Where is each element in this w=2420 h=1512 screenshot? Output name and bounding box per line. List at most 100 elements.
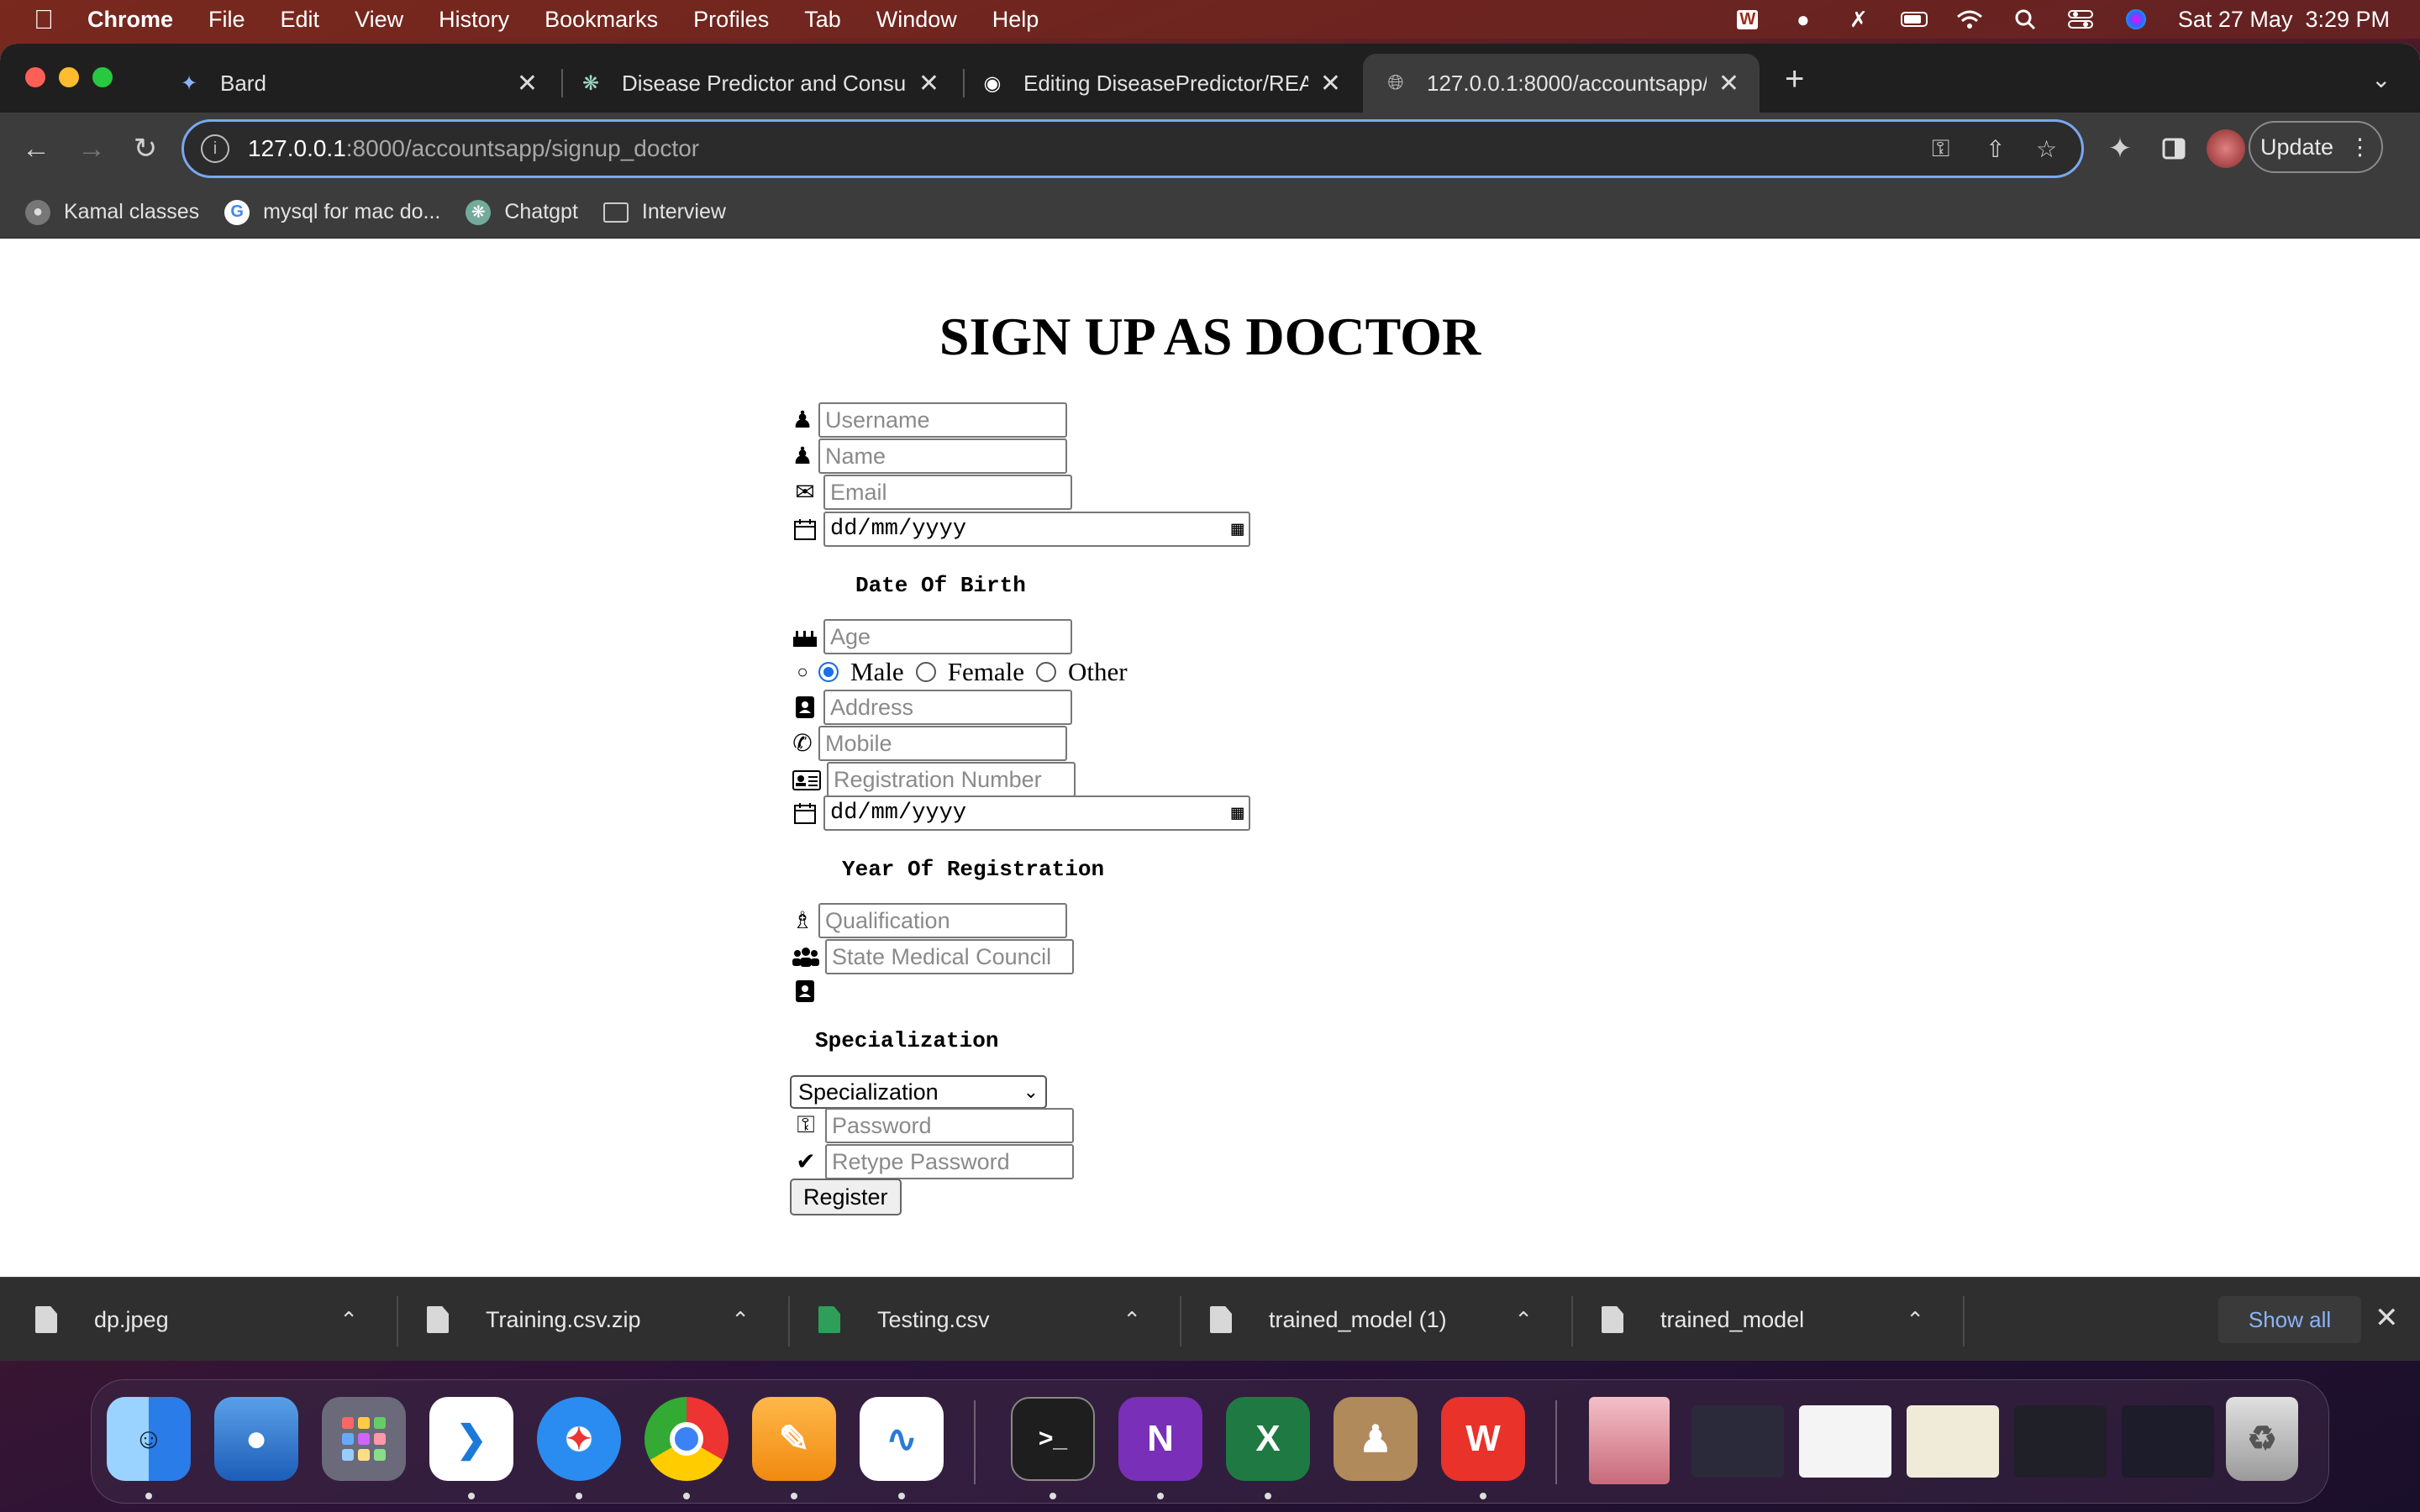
update-button[interactable]: Update ⋮ xyxy=(2249,121,2383,173)
window-thumbnail[interactable] xyxy=(2014,1405,2107,1478)
chevron-up-icon[interactable]: ⌃ xyxy=(1123,1307,1141,1333)
menu-clock[interactable]: Sat 27 May 3:29 PM xyxy=(2178,7,2390,33)
menu-app-name[interactable]: Chrome xyxy=(87,7,173,33)
extensions-puzzle-icon[interactable]: ✦ xyxy=(2099,128,2141,170)
download-item-trained-model[interactable]: trained_model ⌃ xyxy=(1566,1278,1958,1361)
close-tab-icon[interactable]: ✕ xyxy=(1718,69,1739,98)
chevron-up-icon[interactable]: ⌃ xyxy=(339,1307,358,1333)
document-thumbnail[interactable] xyxy=(1907,1405,1999,1478)
share-icon[interactable]: ⇧ xyxy=(1986,135,2005,163)
kebab-menu-icon[interactable]: ⋮ xyxy=(2349,134,2371,160)
menu-help[interactable]: Help xyxy=(992,7,1039,33)
trash-icon[interactable]: ♻ xyxy=(2226,1397,2298,1481)
close-tab-icon[interactable]: ✕ xyxy=(1320,69,1341,98)
tab-bard[interactable]: ✦ Bard ✕ xyxy=(156,54,558,113)
wifi-icon[interactable] xyxy=(1956,8,1983,31)
close-tab-icon[interactable]: ✕ xyxy=(517,69,538,98)
menu-window[interactable]: Window xyxy=(876,7,957,33)
tableplus-elephant-icon[interactable]: ● xyxy=(1790,7,1817,32)
key-password-icon[interactable]: ⚿ xyxy=(1932,135,1949,163)
document-thumbnail[interactable] xyxy=(1799,1405,1891,1478)
username-input[interactable]: Username xyxy=(818,402,1067,438)
mobile-input[interactable]: Mobile xyxy=(818,726,1067,761)
launchpad-app-icon[interactable] xyxy=(322,1397,406,1481)
tab-search-chevron-icon[interactable]: ⌄ xyxy=(2371,66,2391,93)
tab-disease-predictor[interactable]: ❋ Disease Predictor and Consulta ✕ xyxy=(558,54,960,113)
address-bar[interactable]: i 127.0.0.1:8000/accountsapp/signup_doct… xyxy=(182,119,2084,178)
register-button[interactable]: Register xyxy=(790,1179,902,1215)
spotlight-search-icon[interactable] xyxy=(2012,8,2039,31)
new-tab-plus-icon[interactable]: + xyxy=(1785,60,1804,98)
menu-view[interactable]: View xyxy=(355,7,403,33)
menu-bookmarks[interactable]: Bookmarks xyxy=(544,7,658,33)
bookmark-chatgpt[interactable]: ❋ Chatgpt xyxy=(466,199,578,225)
download-item-testing-csv[interactable]: Testing.csv ⌃ xyxy=(783,1278,1175,1361)
side-panel-icon[interactable] xyxy=(2153,128,2195,170)
profile-avatar[interactable] xyxy=(2207,129,2245,168)
date-of-birth-input[interactable]: dd/mm/yyyy ▦ xyxy=(823,512,1250,547)
menu-profiles[interactable]: Profiles xyxy=(693,7,769,33)
site-info-icon[interactable]: i xyxy=(201,134,229,163)
age-input[interactable]: Age xyxy=(823,619,1072,654)
wps-status-icon[interactable]: W xyxy=(1734,8,1761,31)
vscode-app-icon[interactable]: ❯ xyxy=(429,1397,513,1481)
excel-app-icon[interactable]: X xyxy=(1226,1397,1310,1481)
menu-history[interactable]: History xyxy=(439,7,509,33)
bolt-off-icon[interactable]: ✗ xyxy=(1845,7,1872,32)
download-item-dp-jpeg[interactable]: dp.jpeg ⌃ xyxy=(0,1278,392,1361)
menu-edit[interactable]: Edit xyxy=(281,7,320,33)
calendar-picker-icon[interactable]: ▦ xyxy=(1232,801,1244,826)
show-all-downloads-button[interactable]: Show all xyxy=(2218,1296,2361,1343)
download-item-training-zip[interactable]: Training.csv.zip ⌃ xyxy=(392,1278,783,1361)
freeform-app-icon[interactable]: ∿ xyxy=(860,1397,944,1481)
bookmark-mysql[interactable]: G mysql for mac do... xyxy=(224,199,440,225)
forward-arrow-icon[interactable]: → xyxy=(71,128,113,170)
chevron-up-icon[interactable]: ⌃ xyxy=(1514,1307,1533,1333)
control-center-icon[interactable] xyxy=(2067,8,2094,31)
email-input[interactable]: Email xyxy=(823,475,1072,510)
battery-icon[interactable] xyxy=(1900,8,1928,31)
siri-icon[interactable] xyxy=(2123,8,2149,31)
onenote-app-icon[interactable]: N xyxy=(1118,1397,1202,1481)
name-input[interactable]: Name xyxy=(818,438,1067,474)
wps-office-app-icon[interactable]: W xyxy=(1441,1397,1525,1481)
calendar-picker-icon[interactable]: ▦ xyxy=(1232,517,1244,542)
window-thumbnail[interactable] xyxy=(1691,1405,1784,1478)
tableplus-elephant-app-icon[interactable]: ● xyxy=(214,1397,298,1481)
reload-icon[interactable]: ↻ xyxy=(124,128,166,170)
apple-menu-icon[interactable]:  xyxy=(34,4,54,35)
menu-file[interactable]: File xyxy=(208,7,245,33)
tab-github-editing[interactable]: ◉ Editing DiseasePredictor/READ ✕ xyxy=(960,54,1361,113)
contacts-app-icon[interactable]: ♟ xyxy=(1334,1397,1418,1481)
registration-number-input[interactable]: Registration Number xyxy=(827,762,1076,797)
year-of-registration-input[interactable]: dd/mm/yyyy ▦ xyxy=(823,795,1250,831)
chevron-up-icon[interactable]: ⌃ xyxy=(1906,1307,1924,1333)
safari-app-icon[interactable]: ✦ xyxy=(537,1397,621,1481)
chevron-up-icon[interactable]: ⌃ xyxy=(731,1307,750,1333)
chrome-app-icon[interactable] xyxy=(644,1397,729,1481)
password-input[interactable]: Password xyxy=(825,1108,1074,1143)
window-thumbnail[interactable] xyxy=(2122,1405,2214,1478)
bookmark-star-icon[interactable]: ☆ xyxy=(2036,135,2057,163)
close-downloads-icon[interactable]: ✕ xyxy=(2375,1301,2399,1335)
close-window-button[interactable] xyxy=(25,67,45,87)
bookmark-kamal-classes[interactable]: ● Kamal classes xyxy=(25,199,199,225)
tab-localhost-signup[interactable]: 🌐︎ 127.0.0.1:8000/accountsapp/si ✕ xyxy=(1363,54,1760,113)
menu-tab[interactable]: Tab xyxy=(804,7,841,33)
photo-thumbnail[interactable] xyxy=(1589,1397,1670,1484)
pages-app-icon[interactable]: ✎ xyxy=(752,1397,836,1481)
finder-app-icon[interactable]: ☺ xyxy=(107,1397,191,1481)
address-input[interactable]: Address xyxy=(823,690,1072,725)
state-medical-council-input[interactable]: State Medical Council xyxy=(825,939,1074,974)
specialization-select[interactable]: Specialization ⌄ xyxy=(790,1075,1047,1109)
other-radio[interactable] xyxy=(1035,662,1056,682)
close-tab-icon[interactable]: ✕ xyxy=(918,69,939,98)
female-radio[interactable] xyxy=(915,662,936,682)
zoom-window-button[interactable] xyxy=(92,67,113,87)
retype-password-input[interactable]: Retype Password xyxy=(825,1144,1074,1179)
male-radio[interactable] xyxy=(818,662,839,682)
minimize-window-button[interactable] xyxy=(59,67,79,87)
terminal-app-icon[interactable]: >_ xyxy=(1011,1397,1095,1481)
bookmark-interview-folder[interactable]: Interview xyxy=(602,200,726,224)
download-item-trained-model-1[interactable]: trained_model (1) ⌃ xyxy=(1175,1278,1566,1361)
